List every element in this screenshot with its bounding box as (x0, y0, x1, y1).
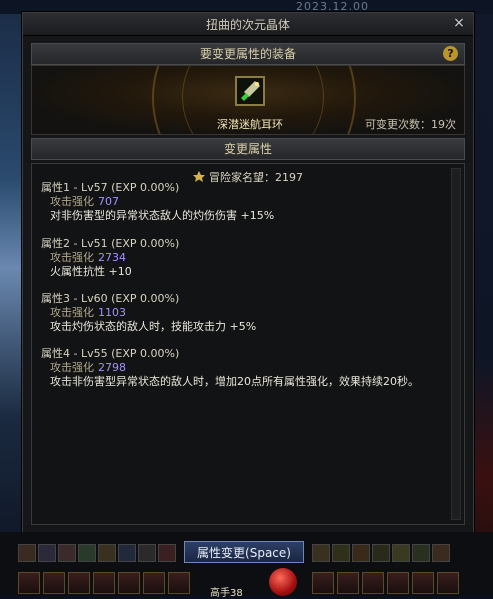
attribute-scrollbar[interactable] (451, 168, 461, 520)
left-skill-bar (18, 544, 176, 564)
hp-orb (269, 568, 297, 596)
skill-slot[interactable] (352, 544, 370, 562)
close-button[interactable]: × (451, 15, 467, 31)
dialog-title: 扭曲的次元晶体 (205, 18, 290, 32)
equipment-panel: 深潜迷航耳环 可变更次数：19次 (31, 65, 465, 135)
attribute-sub-value: 2798 (98, 361, 126, 374)
skill-slot[interactable] (78, 544, 96, 562)
skill-slot[interactable] (332, 544, 350, 562)
skill-slot[interactable] (372, 544, 390, 562)
quickslot[interactable] (362, 572, 384, 594)
quickslot[interactable] (437, 572, 459, 594)
attribute-block-4: 属性4 - Lv55 (EXP 0.00%) 攻击强化 2798 攻击非伤害型异常… (41, 347, 419, 389)
attribute-effect: 对非伤害型的异常状态敌人的灼伤伤害 +15% (50, 209, 275, 222)
attribute-sub: 攻击强化 2798 (41, 361, 419, 375)
attribute-block-3: 属性3 - Lv60 (EXP 0.00%) 攻击强化 1103 攻击灼伤状态的敌… (41, 292, 256, 334)
skill-slot[interactable] (118, 544, 136, 562)
quickslot[interactable] (143, 572, 165, 594)
attribute-sub-value: 1103 (98, 306, 126, 319)
quickslot[interactable] (168, 572, 190, 594)
skill-slot[interactable] (98, 544, 116, 562)
attribute-sub-label: 攻击强化 (50, 361, 94, 374)
skill-slot[interactable] (412, 544, 430, 562)
equipment-slot[interactable] (235, 76, 265, 106)
equip-section-header: 要变更属性的装备 ? (31, 43, 465, 65)
mode-label: 高手38 (210, 588, 243, 599)
game-background-left (0, 0, 22, 596)
attribute-sub: 攻击强化 2734 (41, 251, 179, 265)
skill-slot[interactable] (38, 544, 56, 562)
attribute-sub-label: 攻击强化 (50, 306, 94, 319)
attribute-block-2: 属性2 - Lv51 (EXP 0.00%) 攻击强化 2734 火属性抗性 +1… (41, 237, 179, 279)
earring-item-icon (237, 78, 263, 104)
attr-section-title: 变更属性 (223, 142, 272, 156)
attribute-sub-value: 707 (98, 195, 119, 208)
left-quickslot-bar (18, 572, 190, 594)
skill-slot[interactable] (392, 544, 410, 562)
skill-slot[interactable] (18, 544, 36, 562)
skill-slot[interactable] (58, 544, 76, 562)
attribute-sub-label: 攻击强化 (50, 251, 94, 264)
right-quickslot-bar (312, 572, 459, 594)
quickslot[interactable] (18, 572, 40, 594)
attribute-block-1: 属性1 - Lv57 (EXP 0.00%) 攻击强化 707 对非伤害型的异常状… (41, 181, 274, 223)
quickslot[interactable] (337, 572, 359, 594)
quickslot[interactable] (93, 572, 115, 594)
attribute-sub: 攻击强化 707 (41, 195, 274, 209)
attribute-sub-label: 攻击强化 (50, 195, 94, 208)
item-name: 深潜迷航耳环 (217, 118, 283, 131)
quickslot[interactable] (118, 572, 140, 594)
attr-section-header: 变更属性 (31, 138, 465, 160)
attribute-title: 属性3 - Lv60 (EXP 0.00%) (41, 292, 180, 305)
attribute-panel: 冒险家名望：2197 属性1 - Lv57 (EXP 0.00%) 攻击强化 70… (31, 163, 465, 525)
attribute-title: 属性2 - Lv51 (EXP 0.00%) (41, 237, 180, 250)
change-count: 可变更次数：19次 (365, 118, 456, 131)
skill-slot[interactable] (138, 544, 156, 562)
skill-slot[interactable] (312, 544, 330, 562)
quickslot[interactable] (68, 572, 90, 594)
equip-section-title: 要变更属性的装备 (199, 47, 296, 61)
attribute-title: 属性4 - Lv55 (EXP 0.00%) (41, 347, 180, 360)
quickslot[interactable] (412, 572, 434, 594)
skill-slot[interactable] (432, 544, 450, 562)
attribute-effect: 攻击灼伤状态的敌人时，技能攻击力 +5% (50, 320, 257, 333)
quickslot[interactable] (43, 572, 65, 594)
quickslot[interactable] (312, 572, 334, 594)
attribute-sub: 攻击强化 1103 (41, 306, 256, 320)
attribute-change-button[interactable]: 属性变更(Space) (184, 541, 304, 563)
quickslot[interactable] (387, 572, 409, 594)
dialog-titlebar[interactable]: 扭曲的次元晶体 × (23, 13, 473, 36)
skill-slot[interactable] (158, 544, 176, 562)
right-skill-bar (312, 544, 450, 564)
attribute-sub-value: 2734 (98, 251, 126, 264)
attribute-title: 属性1 - Lv57 (EXP 0.00%) (41, 181, 180, 194)
attribute-effect: 火属性抗性 +10 (50, 265, 132, 278)
help-icon[interactable]: ? (443, 46, 458, 61)
dimension-crystal-dialog: 扭曲的次元晶体 × 要变更属性的装备 ? 深潜迷航耳环 可变更次数：19次 变更… (22, 12, 474, 534)
attribute-effect: 攻击非伤害型异常状态的敌人时，增加20点所有属性强化，效果持续20秒。 (50, 375, 419, 388)
